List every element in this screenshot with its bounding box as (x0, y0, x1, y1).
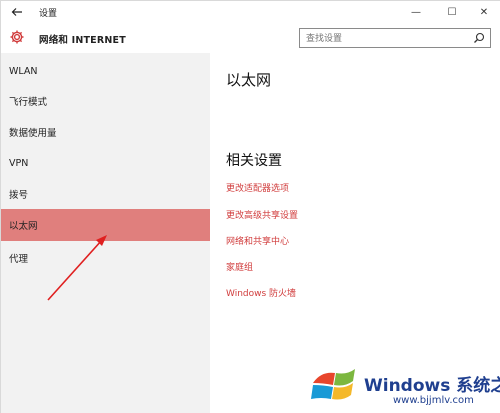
window-title: 设置 (39, 9, 58, 19)
windows-logo-icon (311, 369, 355, 400)
link-windows-firewall[interactable]: Windows 防火墙 (226, 286, 296, 299)
gear-icon (10, 30, 24, 44)
main-content: 以太网 相关设置 更改适配器选项 更改高级共享设置 网络和共享中心 家庭组 Wi… (210, 53, 500, 413)
search-icon[interactable] (473, 32, 485, 44)
sidebar-item-airplane-mode[interactable]: 飞行模式 (1, 85, 210, 117)
page-category-title: 网络和 INTERNET (39, 35, 126, 46)
watermark-brand: Windows 系统之家 (364, 376, 500, 396)
link-change-adapter-options[interactable]: 更改适配器选项 (226, 181, 289, 194)
sidebar: WLAN 飞行模式 数据使用量 VPN 拨号 以太网 代理 (1, 53, 210, 413)
watermark-logo: Windows 系统之家 www.bjjmlv.com (309, 363, 500, 411)
watermark-url: www.bjjmlv.com (393, 395, 474, 406)
search-box[interactable] (299, 28, 491, 48)
page-title: 以太网 (226, 71, 272, 89)
back-arrow-icon (11, 8, 22, 16)
link-network-sharing-center[interactable]: 网络和共享中心 (226, 234, 289, 247)
sidebar-item-data-usage[interactable]: 数据使用量 (1, 116, 210, 148)
sidebar-item-proxy[interactable]: 代理 (1, 242, 210, 274)
sidebar-item-wlan[interactable]: WLAN (1, 55, 210, 87)
sidebar-item-ethernet[interactable]: 以太网 (1, 209, 210, 241)
settings-window: 设置 — ☐ ✕ 网络和 INTERNET WLAN 飞行模式 数据使用量 VP… (0, 0, 500, 413)
minimize-button[interactable]: — (399, 1, 433, 23)
search-input[interactable] (306, 32, 466, 45)
back-button[interactable] (9, 4, 25, 20)
link-advanced-sharing-settings[interactable]: 更改高级共享设置 (226, 208, 298, 221)
sidebar-item-dialup[interactable]: 拨号 (1, 178, 210, 210)
related-settings-heading: 相关设置 (226, 153, 282, 169)
sidebar-item-vpn[interactable]: VPN (1, 147, 210, 179)
link-homegroup[interactable]: 家庭组 (226, 260, 253, 273)
title-bar: 设置 — ☐ ✕ (1, 1, 500, 23)
settings-header: 网络和 INTERNET (1, 23, 500, 53)
close-button[interactable]: ✕ (467, 1, 500, 23)
maximize-button[interactable]: ☐ (435, 1, 469, 23)
